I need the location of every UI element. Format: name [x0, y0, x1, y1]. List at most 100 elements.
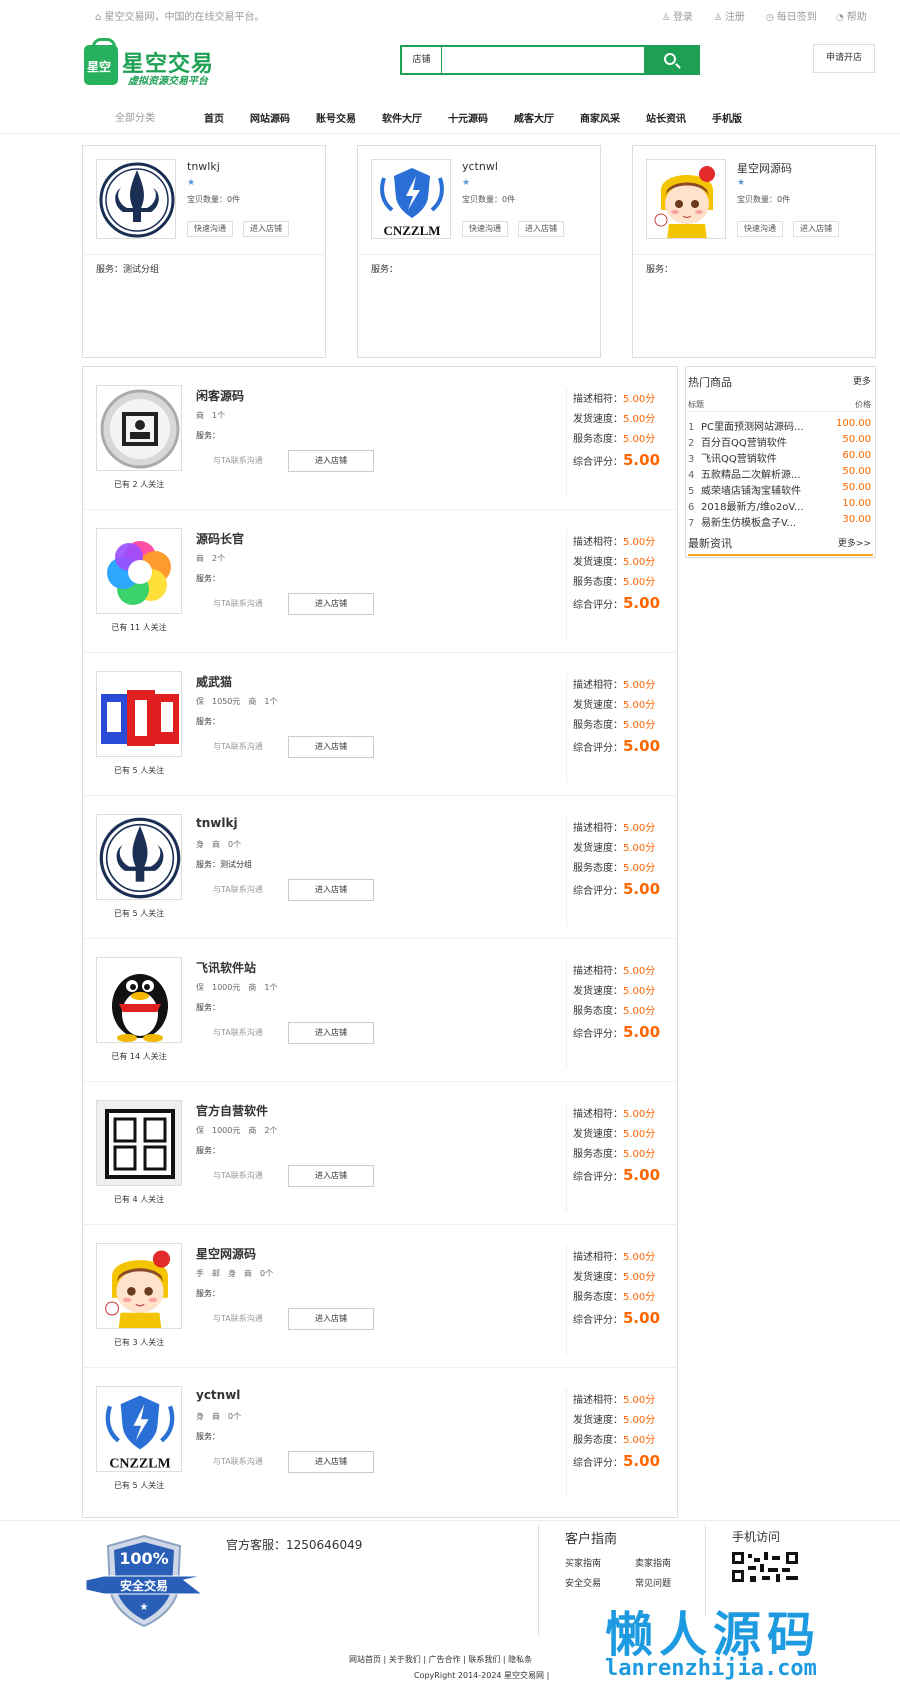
shop-row: 已有 3 人关注 星空网源码 手 邮 身 商 0个 服务： 与TA联系沟通 进入… — [83, 1225, 677, 1368]
score-description: 描述相符：5.00分 — [573, 1395, 656, 1406]
search-input[interactable] — [443, 47, 648, 73]
shop-row: 已有 14 人关注 飞讯软件站 保 1000元 商 1个 服务： 与TA联系沟通… — [83, 939, 677, 1082]
enter-shop-button[interactable]: 进入店铺 — [793, 221, 839, 237]
shop-logo-penguin[interactable] — [96, 957, 182, 1043]
divider — [566, 530, 567, 640]
register-link[interactable]: ♙ 注册 — [714, 8, 745, 23]
shop-name[interactable]: yctnwl — [196, 1388, 240, 1402]
product-item[interactable]: 6 2018最新方/维o2oV... 10.00 — [688, 498, 873, 513]
enter-shop-button[interactable]: 进入店铺 — [288, 1308, 374, 1330]
welcome-text: ⌂ 星空交易网，中国的在线交易平台。 — [95, 12, 265, 23]
divider — [688, 411, 873, 412]
shop-name[interactable]: 源码长官 — [196, 530, 244, 547]
enter-shop-button[interactable]: 进入店铺 — [288, 450, 374, 472]
nav-item[interactable]: 十元源码 — [448, 110, 488, 125]
product-item[interactable]: 2 百分百QQ营销软件 50.00 — [688, 434, 873, 449]
product-item[interactable]: 4 五款精品二次解析源... 50.00 — [688, 466, 873, 481]
contact-link[interactable]: 与TA联系沟通 — [213, 455, 263, 466]
shop-logo-cnzzlm[interactable]: CNZZLM — [371, 159, 451, 239]
enter-shop-button[interactable]: 进入店铺 — [288, 593, 374, 615]
shop-name[interactable]: 闲客源码 — [196, 387, 244, 404]
nav-item[interactable]: 商家风采 — [580, 110, 620, 125]
nav-item[interactable]: 手机版 — [712, 110, 742, 125]
nav-item[interactable]: 网站源码 — [250, 110, 290, 125]
guide-title: 客户指南 — [565, 1532, 618, 1547]
enter-shop-button[interactable]: 进入店铺 — [243, 221, 289, 237]
enter-shop-button[interactable]: 进入店铺 — [518, 221, 564, 237]
contact-link[interactable]: 与TA联系沟通 — [213, 1313, 263, 1324]
contact-link[interactable]: 与TA联系沟通 — [213, 1027, 263, 1038]
news-more-link[interactable]: 更多>> — [838, 536, 871, 549]
shop-logo-color-swirl[interactable] — [96, 528, 182, 614]
shop-logo-official-seal[interactable] — [96, 1100, 182, 1186]
contact-link[interactable]: 与TA联系沟通 — [213, 598, 263, 609]
enter-shop-button[interactable]: 进入店铺 — [288, 1165, 374, 1187]
nav-item[interactable]: 账号交易 — [316, 110, 356, 125]
contact-link[interactable]: 与TA联系沟通 — [213, 1170, 263, 1181]
shop-name[interactable]: 官方自营软件 — [196, 1102, 268, 1119]
more-link[interactable]: 更多 — [853, 374, 871, 387]
product-item[interactable]: 3 飞讯QQ营销软件 60.00 — [688, 450, 873, 465]
score-description: 描述相符：5.00分 — [573, 1109, 656, 1120]
news-title: 最新资讯 — [688, 537, 732, 550]
shop-name[interactable]: 飞讯软件站 — [196, 959, 256, 976]
shop-logo-photo-icon[interactable] — [96, 385, 182, 471]
guide-link[interactable]: 安全交易 — [565, 1576, 601, 1589]
search-category-select[interactable]: 店铺 — [402, 47, 442, 73]
followers-count: 已有 5 人关注 — [113, 766, 165, 775]
guide-link[interactable]: 买家指南 — [565, 1556, 601, 1569]
shop-logo-fleur[interactable] — [96, 814, 182, 900]
qr-code-icon[interactable] — [732, 1552, 798, 1582]
logo-subtitle: 虚拟资源交易平台 — [128, 76, 208, 87]
service-text: 服务：测试分组 — [196, 860, 252, 869]
guide-link[interactable]: 常见问题 — [635, 1576, 671, 1589]
enter-shop-button[interactable]: 进入店铺 — [288, 736, 374, 758]
nav-item[interactable]: 软件大厅 — [382, 110, 422, 125]
shop-logo-fleur[interactable] — [96, 159, 176, 239]
star-icon: ★ — [737, 178, 746, 188]
quick-contact-button[interactable]: 快速沟通 — [462, 221, 508, 237]
quick-contact-button[interactable]: 快速沟通 — [187, 221, 233, 237]
enter-shop-button[interactable]: 进入店铺 — [288, 1451, 374, 1473]
signin-link[interactable]: ◷ 每日签到 — [766, 8, 817, 23]
help-link[interactable]: ◔ 帮助 — [836, 8, 867, 23]
login-link[interactable]: ♙ 登录 — [662, 8, 693, 23]
shop-name[interactable]: yctnwl — [462, 160, 498, 173]
shop-list: 已有 2 人关注 闲客源码 商 1个 服务： 与TA联系沟通 进入店铺 描述相符… — [82, 366, 678, 1518]
nav-item[interactable]: 首页 — [204, 110, 224, 125]
enter-shop-button[interactable]: 进入店铺 — [288, 1022, 374, 1044]
service-text: 服务： — [196, 1003, 220, 1012]
score-description: 描述相符：5.00分 — [573, 680, 656, 691]
apply-shop-button[interactable]: 申请开店 — [813, 44, 875, 73]
footer-links[interactable]: 网站首页 | 关于我们 | 广告合作 | 联系我们 | 隐私条 — [349, 1654, 532, 1665]
nav-item[interactable]: 站长资讯 — [646, 110, 686, 125]
shop-name[interactable]: 星空网源码 — [196, 1245, 256, 1262]
enter-shop-button[interactable]: 进入店铺 — [288, 879, 374, 901]
shield-percent: 100% — [119, 1549, 168, 1568]
product-item[interactable]: 7 易新生仿模板盒子V... 30.00 — [688, 514, 873, 529]
shop-logo-text-art[interactable] — [96, 671, 182, 757]
shop-name[interactable]: 星空网源码 — [737, 160, 792, 176]
shop-logo-cnzzlm[interactable]: CNZZLM — [96, 1386, 182, 1472]
contact-link[interactable]: 与TA联系沟通 — [213, 1456, 263, 1467]
nav-item[interactable]: 威客大厅 — [514, 110, 554, 125]
product-item[interactable]: 5 威荣墙店铺淘宝辅软件 50.00 — [688, 482, 873, 497]
search-button[interactable] — [644, 47, 698, 73]
shop-badges: 商 1个 — [196, 411, 226, 420]
shop-name[interactable]: tnwlkj — [187, 160, 220, 173]
score-shipping: 发货速度：5.00分 — [573, 1129, 656, 1140]
shop-name[interactable]: tnwlkj — [196, 816, 238, 830]
contact-link[interactable]: 与TA联系沟通 — [213, 741, 263, 752]
guide-link[interactable]: 卖家指南 — [635, 1556, 671, 1569]
product-item[interactable]: 1 PC里面预测网站源码... 100.00 — [688, 418, 873, 433]
all-categories[interactable]: 全部分类 — [115, 109, 155, 124]
search-icon — [664, 53, 676, 65]
shop-logo-cartoon-girl[interactable] — [646, 159, 726, 239]
shop-name[interactable]: 威武猫 — [196, 673, 232, 690]
quick-contact-button[interactable]: 快速沟通 — [737, 221, 783, 237]
logo-badge[interactable]: 星空 — [84, 38, 118, 85]
shop-logo-cartoon-girl[interactable] — [96, 1243, 182, 1329]
shop-row: 已有 11 人关注 源码长官 商 2个 服务： 与TA联系沟通 进入店铺 描述相… — [83, 510, 677, 653]
divider — [566, 1102, 567, 1212]
contact-link[interactable]: 与TA联系沟通 — [213, 884, 263, 895]
